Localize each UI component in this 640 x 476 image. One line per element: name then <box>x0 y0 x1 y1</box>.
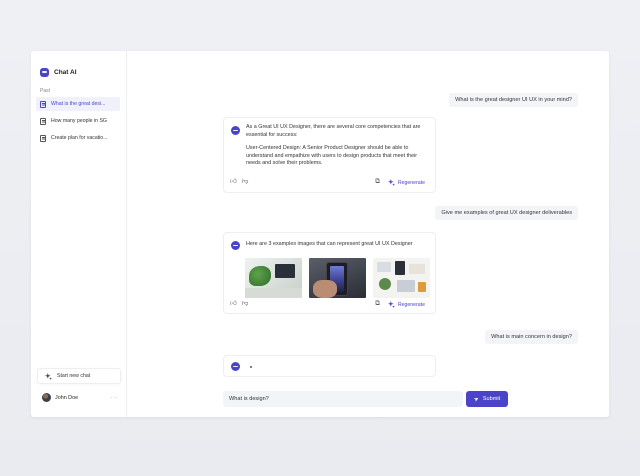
response-actions: 👍︎ 👎︎ ⧉ Regenerate <box>230 301 425 308</box>
ai-response-card: Here are 3 examples images that can repr… <box>223 232 436 314</box>
chat-main: What is the great designer UI UX in your… <box>127 51 609 417</box>
user-name: John Doe <box>55 394 79 401</box>
thumbs-up-icon[interactable]: 👍︎ <box>230 179 237 186</box>
submit-button[interactable]: ➤ Submit <box>466 391 508 407</box>
sparkle-icon <box>387 301 395 308</box>
user-profile[interactable]: John Doe ··· <box>42 393 118 402</box>
app-title: Chat AI <box>54 69 77 76</box>
history-item-people-sg[interactable]: How many people in SG <box>36 114 120 128</box>
regenerate-label: Regenerate <box>397 301 425 308</box>
copy-icon[interactable]: ⧉ <box>375 179 380 186</box>
history-list: What is the great desi... How many peopl… <box>36 97 120 148</box>
user-message: What is main concern in design? <box>485 330 578 344</box>
history-item-label: Create plan for vacatio... <box>51 135 108 141</box>
app-window: Chat AI Past What is the great desi... H… <box>31 51 609 417</box>
thumbs-down-icon[interactable]: 👎︎ <box>242 179 249 186</box>
ai-response-text: As a Great UI UX Designer, there are sev… <box>246 124 430 168</box>
thumbs-up-icon[interactable]: 👍︎ <box>230 301 237 308</box>
start-new-chat-label: Start new chat <box>57 373 91 379</box>
ai-response-paragraph: As a Great UI UX Designer, there are sev… <box>246 124 421 138</box>
response-actions: 👍︎ 👎︎ ⧉ Regenerate <box>230 179 425 186</box>
history-item-vacation-plan[interactable]: Create plan for vacatio... <box>36 131 120 145</box>
history-item-label: How many people in SG <box>51 118 107 124</box>
ai-avatar-icon <box>231 362 240 371</box>
start-new-chat-button[interactable]: Start new chat <box>37 368 121 384</box>
ai-response-text: Here are 3 examples images that can repr… <box>246 241 413 247</box>
user-message: What is the great designer UI UX in your… <box>449 93 578 107</box>
thumbs-down-icon[interactable]: 👎︎ <box>242 301 249 308</box>
ai-avatar-icon <box>231 241 240 250</box>
example-image-workspace[interactable] <box>245 258 302 298</box>
user-message: Give me examples of great UX designer de… <box>435 206 578 220</box>
regenerate-label: Regenerate <box>397 179 425 186</box>
history-section-label: Past <box>40 88 51 94</box>
ai-avatar-icon <box>231 126 240 135</box>
typing-dot <box>250 366 252 368</box>
avatar <box>42 393 51 402</box>
history-item-label: What is the great desi... <box>51 101 106 107</box>
send-icon: ➤ <box>472 395 481 404</box>
document-icon <box>40 134 46 142</box>
ai-response-paragraph: User-Centered Design: A Senior Product D… <box>246 145 418 166</box>
copy-icon[interactable]: ⧉ <box>375 301 380 308</box>
more-options-icon[interactable]: ··· <box>111 395 119 401</box>
document-icon <box>40 117 46 125</box>
sidebar: Chat AI Past What is the great desi... H… <box>31 51 127 417</box>
submit-label: Submit <box>482 396 501 402</box>
brand: Chat AI <box>40 68 77 77</box>
example-image-phone[interactable] <box>309 258 366 298</box>
ai-typing-indicator <box>223 355 436 377</box>
example-image-flatlay[interactable] <box>373 258 430 298</box>
document-icon <box>40 100 46 108</box>
history-item-great-designer[interactable]: What is the great desi... <box>36 97 120 111</box>
example-images <box>245 258 430 298</box>
chat-logo-icon <box>40 68 49 77</box>
sparkle-icon <box>387 179 395 186</box>
sparkle-icon <box>45 372 52 380</box>
regenerate-button[interactable]: Regenerate <box>387 301 425 308</box>
regenerate-button[interactable]: Regenerate <box>387 179 425 186</box>
message-input[interactable] <box>223 391 463 407</box>
ai-response-card: As a Great UI UX Designer, there are sev… <box>223 117 436 193</box>
